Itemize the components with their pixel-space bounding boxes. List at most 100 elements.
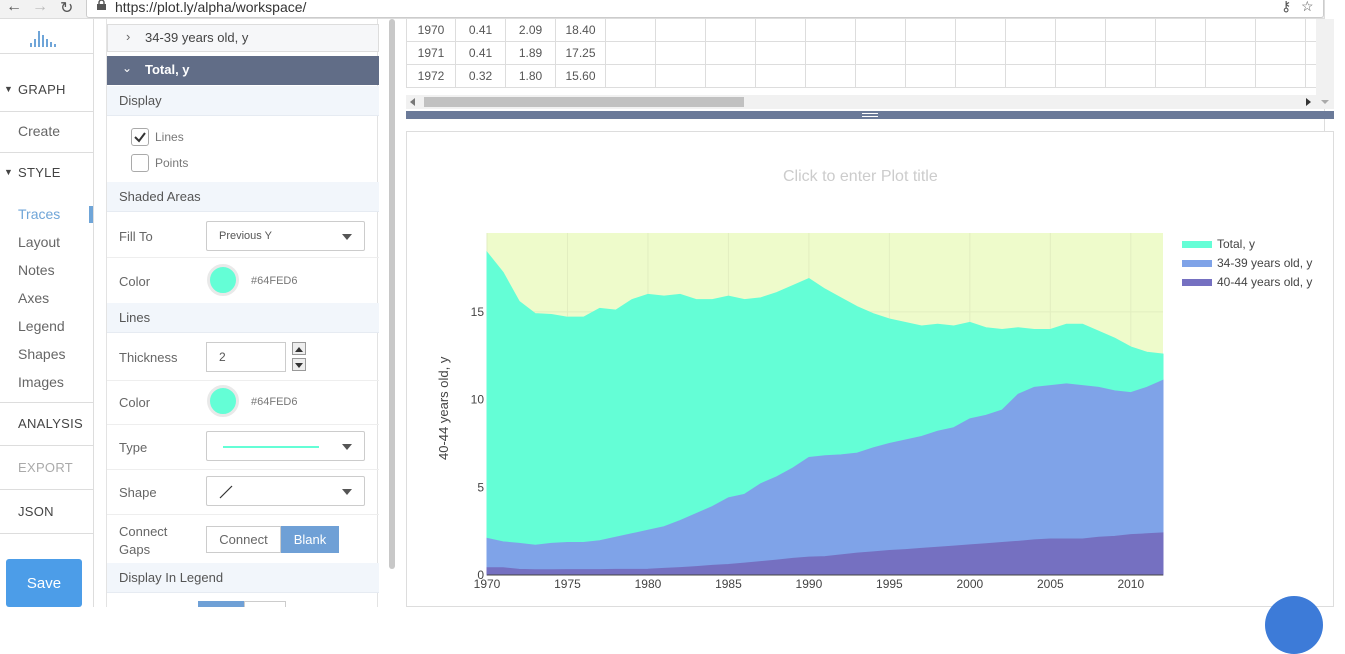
table-cell-empty[interactable] [1006,42,1056,65]
thickness-input[interactable]: 2 [206,342,286,372]
nav-create[interactable]: Create [18,123,111,139]
table-cell-empty[interactable] [756,42,806,65]
nav-analysis[interactable]: ANALYSIS [18,416,111,431]
line-color-swatch[interactable] [207,385,239,417]
trace-style-panel: › 34-39 years old, y ⌄ Total, y Display … [106,19,379,607]
table-cell-empty[interactable] [606,19,656,42]
scroll-right-icon[interactable] [1306,98,1312,106]
table-cell-empty[interactable] [906,42,956,65]
table-cell[interactable]: 15.60 [556,65,606,88]
table-cell-empty[interactable] [1106,65,1156,88]
table-cell-empty[interactable] [1056,19,1106,42]
table-cell[interactable]: 17.25 [556,42,606,65]
scroll-down-icon[interactable] [1320,99,1330,105]
table-cell-empty[interactable] [956,42,1006,65]
table-cell-empty[interactable] [856,65,906,88]
trace-header-total[interactable]: ⌄ Total, y [107,56,379,85]
grid-horizontal-scrollbar[interactable] [406,95,1316,109]
table-cell-empty[interactable] [1156,65,1206,88]
table-cell-empty[interactable] [806,65,856,88]
table-cell-empty[interactable] [1056,42,1106,65]
back-icon[interactable]: ← [6,0,22,16]
table-cell[interactable]: 18.40 [556,19,606,42]
table-cell-empty[interactable] [906,19,956,42]
table-cell-empty[interactable] [656,65,706,88]
nav-shapes[interactable]: Shapes [18,346,111,362]
table-cell-empty[interactable] [806,19,856,42]
scroll-left-icon[interactable] [410,98,416,106]
nav-notes[interactable]: Notes [18,262,111,278]
decrement-icon[interactable] [292,358,306,371]
key-icon[interactable]: ⚷ [1281,0,1291,15]
increment-icon[interactable] [292,342,306,355]
nav-json[interactable]: JSON [18,504,111,519]
table-cell[interactable]: 1971 [406,42,456,65]
table-cell-empty[interactable] [606,42,656,65]
table-cell-empty[interactable] [1156,19,1206,42]
table-cell-empty[interactable] [1106,19,1156,42]
table-cell-empty[interactable] [656,42,706,65]
points-checkbox[interactable] [131,154,149,172]
table-cell-empty[interactable] [1206,19,1256,42]
grid-vertical-scrollbar[interactable] [1316,19,1334,109]
nav-legend[interactable]: Legend [18,318,111,334]
plotly-logo-icon[interactable] [30,29,56,49]
table-cell-empty[interactable] [756,65,806,88]
table-cell-empty[interactable] [1256,65,1306,88]
table-cell-empty[interactable] [756,19,806,42]
table-cell-empty[interactable] [856,42,906,65]
table-cell-empty[interactable] [1006,65,1056,88]
trace-header-34-39[interactable]: › 34-39 years old, y [107,24,379,52]
legend-toggle-off[interactable] [244,601,286,607]
table-cell-empty[interactable] [706,19,756,42]
table-cell-empty[interactable] [806,42,856,65]
nav-export[interactable]: EXPORT [18,460,111,475]
line-shape-dropdown[interactable] [206,476,365,506]
table-cell[interactable]: 1972 [406,65,456,88]
legend-toggle-on[interactable] [198,601,244,607]
table-cell-empty[interactable] [1156,42,1206,65]
grid-plot-splitter[interactable] [406,111,1334,119]
nav-images[interactable]: Images [18,374,111,390]
table-cell[interactable]: 0.41 [456,19,506,42]
nav-layout[interactable]: Layout [18,234,111,250]
lines-checkbox[interactable] [131,128,149,146]
table-cell-empty[interactable] [856,19,906,42]
fill-to-dropdown[interactable]: Previous Y [206,221,365,251]
table-cell[interactable]: 1.89 [506,42,556,65]
bookmark-star-icon[interactable]: ☆ [1301,0,1314,15]
table-cell-empty[interactable] [1256,42,1306,65]
table-cell-empty[interactable] [1106,42,1156,65]
table-cell-empty[interactable] [1206,42,1256,65]
table-cell[interactable]: 0.41 [456,42,506,65]
table-cell-empty[interactable] [906,65,956,88]
connect-gaps-blank-button[interactable]: Blank [281,526,339,553]
table-cell-empty[interactable] [1056,65,1106,88]
line-type-dropdown[interactable] [206,431,365,461]
table-cell-empty[interactable] [1206,65,1256,88]
table-cell-empty[interactable] [1256,19,1306,42]
fill-color-swatch[interactable] [207,264,239,296]
table-cell-empty[interactable] [956,19,1006,42]
table-cell[interactable]: 1970 [406,19,456,42]
save-button[interactable]: Save [6,559,82,607]
table-cell-empty[interactable] [956,65,1006,88]
panel-scrollbar[interactable] [389,19,395,569]
drag-handle-icon[interactable] [862,113,878,117]
table-cell[interactable]: 0.32 [456,65,506,88]
connect-gaps-connect-button[interactable]: Connect [206,526,281,553]
forward-icon[interactable]: → [32,0,48,16]
scrollbar-thumb[interactable] [424,97,744,107]
address-bar[interactable]: https://plot.ly/alpha/workspace/ ⚷ ☆ [86,0,1324,18]
table-cell-empty[interactable] [656,19,706,42]
reload-icon[interactable]: ↻ [60,0,73,18]
table-cell-empty[interactable] [606,65,656,88]
table-cell[interactable]: 2.09 [506,19,556,42]
table-cell-empty[interactable] [706,42,756,65]
nav-axes[interactable]: Axes [18,290,111,306]
table-cell-empty[interactable] [1006,19,1056,42]
nav-traces[interactable]: Traces [18,206,111,222]
chat-bubble-icon[interactable] [1265,596,1323,654]
table-cell[interactable]: 1.80 [506,65,556,88]
table-cell-empty[interactable] [706,65,756,88]
